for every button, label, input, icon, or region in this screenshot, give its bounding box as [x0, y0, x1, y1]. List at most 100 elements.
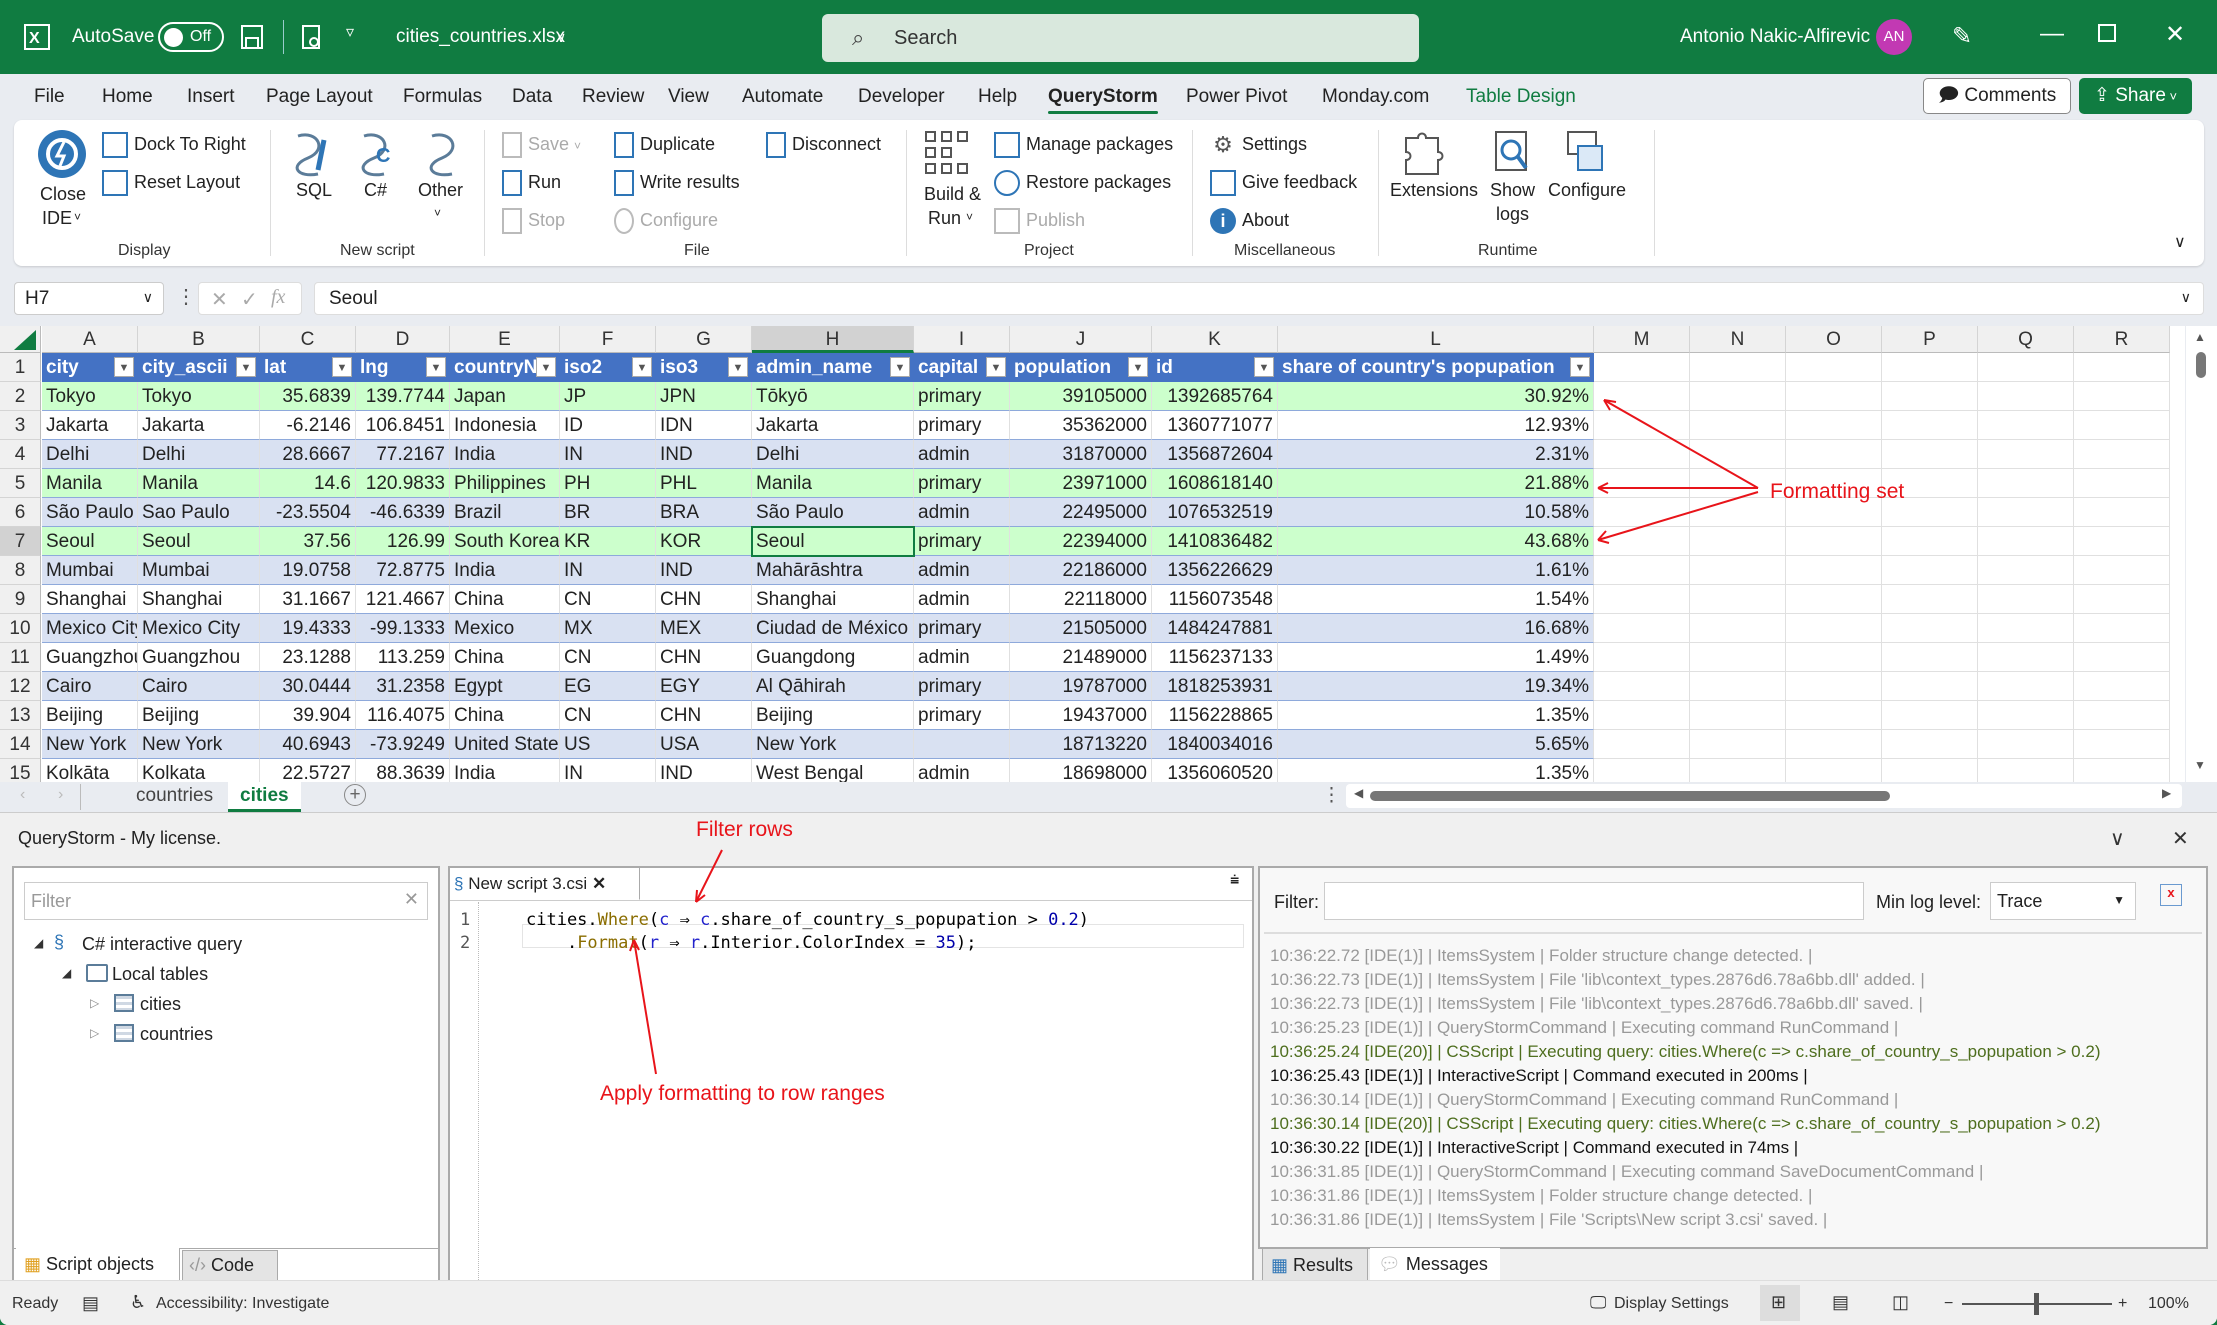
table-cell[interactable]: 30.92%: [1278, 382, 1594, 411]
display-settings-icon[interactable]: 🖵︎: [1590, 1293, 1606, 1313]
empty-cell[interactable]: [1690, 759, 1786, 782]
write-results-button[interactable]: Write results: [614, 170, 740, 196]
column-header-M[interactable]: M: [1594, 326, 1690, 353]
empty-cell[interactable]: [1882, 411, 1978, 440]
zoom-in-button[interactable]: +: [2118, 1295, 2127, 1313]
empty-cell[interactable]: [1882, 701, 1978, 730]
table-cell[interactable]: 1.49%: [1278, 643, 1594, 672]
prev-sheet-icon[interactable]: ‹: [20, 786, 25, 804]
table-cell[interactable]: CHN: [656, 701, 752, 730]
column-header-C[interactable]: C: [260, 326, 356, 353]
tab-developer[interactable]: Developer: [858, 86, 945, 108]
tab-messages[interactable]: 💬︎ Messages: [1370, 1248, 1500, 1284]
reset-layout-button[interactable]: Reset Layout: [102, 170, 240, 196]
clear-log-icon[interactable]: x: [2160, 884, 2182, 906]
clear-filter-icon[interactable]: ✕: [404, 889, 419, 910]
table-cell[interactable]: 5.65%: [1278, 730, 1594, 759]
empty-cell[interactable]: [1786, 614, 1882, 643]
table-cell[interactable]: primary: [914, 614, 1010, 643]
table-cell[interactable]: US: [560, 730, 656, 759]
table-header-cell[interactable]: lat ▼: [260, 353, 356, 382]
tab-monday-com[interactable]: Monday.com: [1322, 86, 1429, 108]
table-cell[interactable]: 1356060520: [1152, 759, 1278, 782]
empty-cell[interactable]: [1882, 643, 1978, 672]
tab-help[interactable]: Help: [978, 86, 1017, 108]
table-header-cell[interactable]: countryN ▼: [450, 353, 560, 382]
tab-automate[interactable]: Automate: [742, 86, 823, 108]
table-cell[interactable]: Mexico City: [42, 614, 138, 643]
table-cell[interactable]: Delhi: [42, 440, 138, 469]
table-cell[interactable]: Jakarta: [42, 411, 138, 440]
row-header-7[interactable]: 7: [0, 527, 41, 556]
table-header-cell[interactable]: share of country's popupation ▼: [1278, 353, 1594, 382]
page-layout-view-icon[interactable]: ▤: [1832, 1292, 1849, 1313]
empty-cell[interactable]: [1882, 353, 1978, 382]
insert-function-icon[interactable]: fx: [271, 286, 285, 309]
table-cell[interactable]: CN: [560, 643, 656, 672]
maximize-icon[interactable]: [2098, 24, 2116, 42]
save-icon[interactable]: [240, 24, 264, 50]
table-cell[interactable]: admin: [914, 759, 1010, 782]
filter-dropdown-icon[interactable]: ▼: [332, 357, 352, 377]
table-cell[interactable]: IND: [656, 759, 752, 782]
table-cell[interactable]: India: [450, 556, 560, 585]
collapse-arrow-icon[interactable]: ▷: [90, 996, 99, 1010]
table-cell[interactable]: São Paulo: [752, 498, 914, 527]
empty-cell[interactable]: [1594, 730, 1690, 759]
tab-power-pivot[interactable]: Power Pivot: [1186, 86, 1287, 108]
table-cell[interactable]: Guangzhou: [138, 643, 260, 672]
empty-cell[interactable]: [1594, 556, 1690, 585]
empty-cell[interactable]: [1594, 672, 1690, 701]
tab-results[interactable]: ▦ Results: [1262, 1248, 1368, 1284]
table-cell[interactable]: New York: [138, 730, 260, 759]
close-ide-button-line2[interactable]: IDE: [42, 208, 72, 229]
table-cell[interactable]: Shanghai: [752, 585, 914, 614]
table-cell[interactable]: -99.1333: [356, 614, 450, 643]
column-header-N[interactable]: N: [1690, 326, 1786, 353]
table-cell[interactable]: Tōkyō: [752, 382, 914, 411]
column-header-I[interactable]: I: [914, 326, 1010, 353]
expand-arrow-icon[interactable]: ◢: [34, 936, 43, 950]
tab-script-objects[interactable]: ▦ Script objects: [16, 1248, 180, 1284]
scroll-right-icon[interactable]: ▶: [2162, 786, 2171, 800]
column-header-O[interactable]: O: [1786, 326, 1882, 353]
table-cell[interactable]: São Paulo: [42, 498, 138, 527]
empty-cell[interactable]: [1882, 672, 1978, 701]
empty-cell[interactable]: [1978, 585, 2074, 614]
empty-cell[interactable]: [1594, 643, 1690, 672]
table-cell[interactable]: 106.8451: [356, 411, 450, 440]
table-cell[interactable]: Brazil: [450, 498, 560, 527]
object-filter-input[interactable]: Filter ✕: [24, 882, 428, 920]
table-cell[interactable]: 16.68%: [1278, 614, 1594, 643]
table-cell[interactable]: Guangzhou: [42, 643, 138, 672]
sheet-tab-countries[interactable]: countries: [124, 782, 225, 812]
column-header-F[interactable]: F: [560, 326, 656, 353]
tab-page-layout[interactable]: Page Layout: [266, 86, 373, 108]
empty-cell[interactable]: [1786, 643, 1882, 672]
table-cell[interactable]: 116.4075: [356, 701, 450, 730]
close-ide-button[interactable]: Close: [40, 184, 86, 205]
table-cell[interactable]: 22186000: [1010, 556, 1152, 585]
table-cell[interactable]: 1076532519: [1152, 498, 1278, 527]
stop-button[interactable]: Stop: [502, 208, 565, 234]
table-cell[interactable]: China: [450, 643, 560, 672]
table-cell[interactable]: MX: [560, 614, 656, 643]
table-cell[interactable]: 22.5727: [260, 759, 356, 782]
table-cell[interactable]: 72.8775: [356, 556, 450, 585]
empty-cell[interactable]: [1978, 382, 2074, 411]
column-header-E[interactable]: E: [450, 326, 560, 353]
column-header-B[interactable]: B: [138, 326, 260, 353]
empty-cell[interactable]: [1978, 469, 2074, 498]
table-cell[interactable]: 31870000: [1010, 440, 1152, 469]
table-cell[interactable]: 18713220: [1010, 730, 1152, 759]
table-cell[interactable]: IND: [656, 440, 752, 469]
row-header-6[interactable]: 6: [0, 498, 41, 527]
table-cell[interactable]: 37.56: [260, 527, 356, 556]
table-cell[interactable]: United States: [450, 730, 560, 759]
empty-cell[interactable]: [1882, 730, 1978, 759]
dock-to-right-button[interactable]: Dock To Right: [102, 132, 246, 158]
empty-cell[interactable]: [1690, 730, 1786, 759]
table-cell[interactable]: EGY: [656, 672, 752, 701]
table-cell[interactable]: Beijing: [42, 701, 138, 730]
search-box[interactable]: ⌕ Search: [822, 14, 1419, 62]
